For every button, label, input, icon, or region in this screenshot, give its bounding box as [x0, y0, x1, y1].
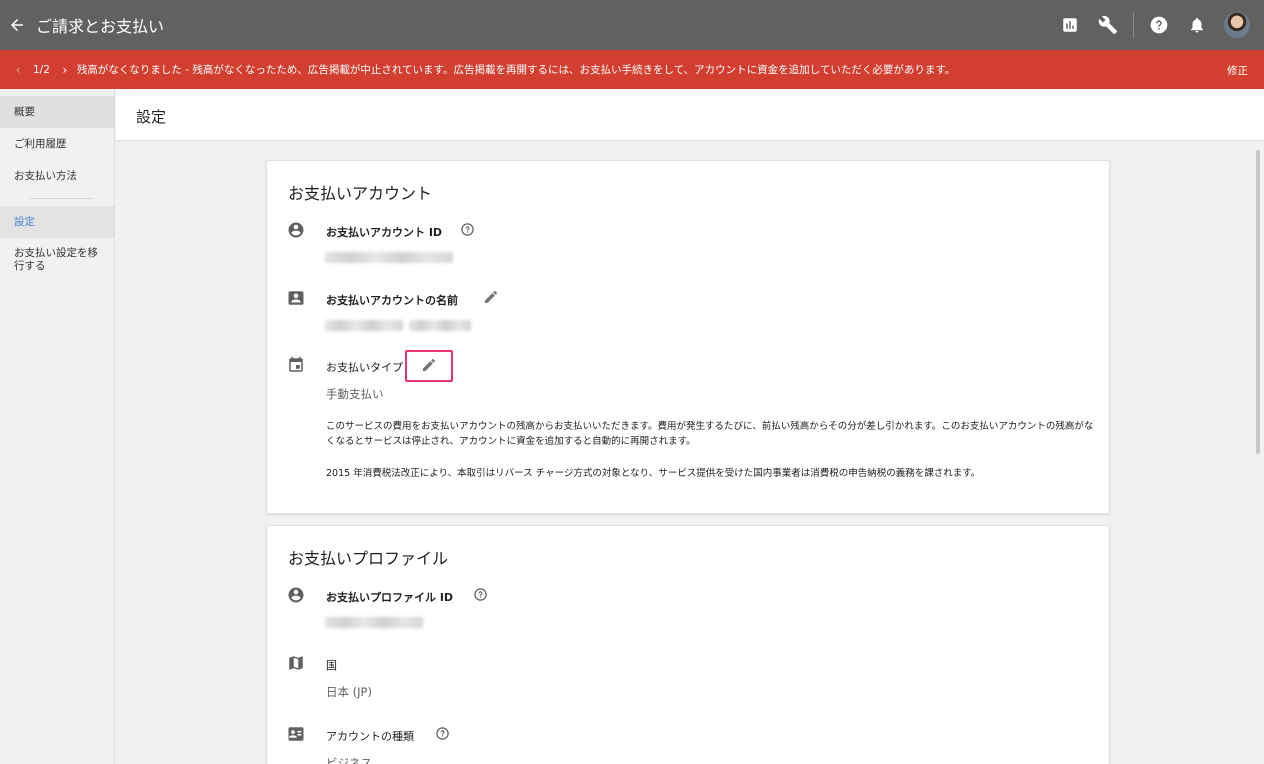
sidebar-item-settings[interactable]: 設定	[0, 206, 114, 238]
edit-pencil-icon[interactable]	[421, 357, 437, 373]
scrollbar-thumb[interactable]	[1256, 150, 1260, 454]
card-title: お支払いアカウント	[288, 184, 433, 203]
page-header: 設定	[116, 89, 1264, 141]
help-outline-icon[interactable]	[460, 222, 475, 237]
fix-link[interactable]: 修正	[1227, 63, 1248, 78]
alert-counter: 1/2	[33, 63, 50, 76]
account-circle-icon	[288, 587, 304, 603]
account-circle-icon	[288, 222, 304, 238]
profile-id-value-redacted	[325, 617, 423, 628]
chevron-left-icon[interactable]: ‹	[12, 63, 24, 77]
help-outline-icon[interactable]	[473, 587, 488, 602]
payment-type-value: 手動支払い	[326, 387, 384, 401]
account-id-label: お支払いアカウント ID	[326, 226, 443, 239]
tools-wrench-icon[interactable]	[1089, 0, 1127, 50]
avatar[interactable]	[1224, 12, 1250, 38]
payment-account-card: お支払いアカウント お支払いアカウント ID お支払いアカウントの名前 お支払い…	[266, 160, 1110, 514]
country-label: 国	[326, 659, 337, 672]
toolbar-divider	[1133, 12, 1134, 38]
badge-id-card-icon	[288, 727, 304, 741]
contact-card-icon	[288, 291, 304, 305]
sidebar: 概要 ご利用履歴 お支払い方法 設定 お支払い設定を移行する	[0, 89, 115, 764]
payment-profile-card: お支払いプロファイル お支払いプロファイル ID 国 日本 (JP) アカウント…	[266, 525, 1110, 764]
account-type-label: アカウントの種類	[326, 730, 414, 743]
sidebar-item-history[interactable]: ご利用履歴	[0, 128, 114, 160]
account-name-value-redacted-2	[409, 320, 471, 331]
page-title: 設定	[136, 108, 167, 126]
card-title: お支払いプロファイル	[288, 549, 449, 568]
reports-icon[interactable]	[1051, 0, 1089, 50]
map-icon	[289, 656, 303, 670]
calendar-icon	[289, 356, 303, 372]
notifications-bell-icon[interactable]	[1178, 0, 1216, 50]
sidebar-item-overview[interactable]: 概要	[0, 96, 114, 128]
account-name-label: お支払いアカウントの名前	[326, 294, 458, 307]
account-id-value-redacted	[325, 252, 453, 263]
sidebar-divider	[30, 198, 93, 199]
tax-note: 2015 年消費税法改正により、本取引はリバース チャージ方式の対象となり、サー…	[326, 468, 981, 479]
app-title: ご請求とお支払い	[36, 17, 165, 36]
help-icon[interactable]	[1140, 0, 1178, 50]
country-value: 日本 (JP)	[326, 685, 372, 699]
payment-type-label: お支払いタイプ	[326, 361, 403, 374]
help-outline-icon[interactable]	[435, 726, 450, 741]
payment-type-description: このサービスの費用をお支払いアカウントの残高からお支払いいただきます。費用が発生…	[326, 421, 1094, 447]
alert-banner: ‹ 1/2 › 残高がなくなりました - 残高がなくなったため、広告掲載が中止さ…	[0, 50, 1264, 89]
main-content: お支払いアカウント お支払いアカウント ID お支払いアカウントの名前 お支払い…	[116, 142, 1252, 764]
sidebar-item-transfer-settings[interactable]: お支払い設定を移行する	[0, 238, 114, 282]
back-arrow-icon[interactable]	[0, 0, 34, 50]
sidebar-item-payment-methods[interactable]: お支払い方法	[0, 160, 114, 192]
account-name-value-redacted	[325, 320, 403, 331]
top-app-bar: ご請求とお支払い	[0, 0, 1264, 50]
edit-pencil-icon[interactable]	[483, 289, 499, 305]
chevron-right-icon[interactable]: ›	[59, 63, 71, 77]
alert-message: 残高がなくなりました - 残高がなくなったため、広告掲載が中止されています。広告…	[76, 64, 956, 76]
account-type-value: ビジネス	[326, 756, 372, 764]
profile-id-label: お支払いプロファイル ID	[326, 591, 454, 604]
scrollbar[interactable]	[1252, 142, 1264, 764]
